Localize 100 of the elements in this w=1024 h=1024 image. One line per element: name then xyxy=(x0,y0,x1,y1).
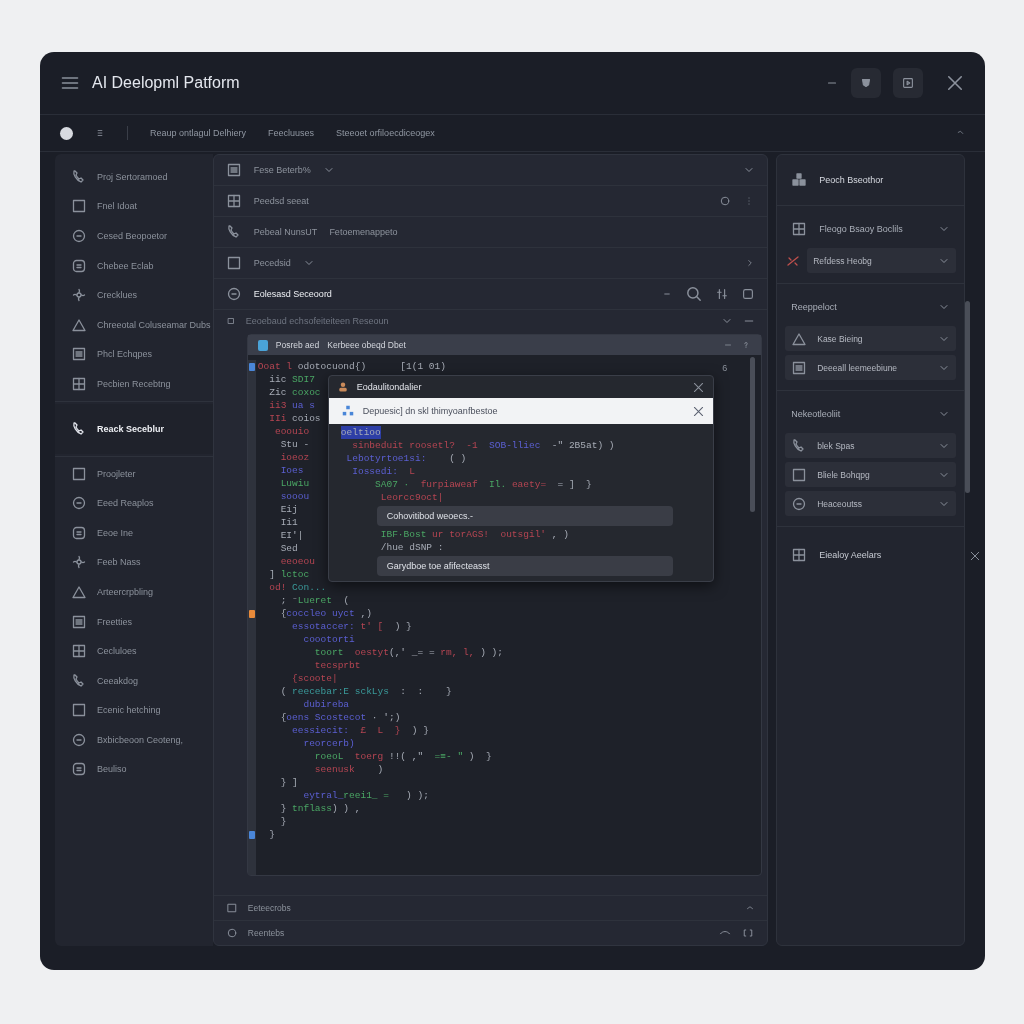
rounded-square-icon xyxy=(71,257,87,274)
section-header[interactable]: Reeppeloct xyxy=(785,292,956,322)
code-line: sinbeduit roosetl? -1 SOB-lliec -" 2B5at) ) xyxy=(351,439,615,452)
code-line: roeoL toerg !!( ," =≡- " ) } xyxy=(313,750,492,763)
footer-label[interactable]: Eeteecrobs xyxy=(247,903,291,913)
code-line: {scoote| xyxy=(291,672,338,685)
code-line: eoouio xyxy=(273,425,310,438)
checkbox-icon xyxy=(225,902,238,914)
code-line: } ] xyxy=(279,776,298,789)
dropdown-item[interactable]: Kase Bieing xyxy=(785,326,956,351)
close-button[interactable] xyxy=(945,73,965,93)
code-line: ioeoz xyxy=(279,451,310,464)
toolbar-link[interactable]: Steeoet orfiloecdiceogex xyxy=(336,128,435,138)
sidebar-item[interactable]: Proj Sertoramoed xyxy=(55,162,213,192)
square-icon xyxy=(71,198,87,215)
panel-row[interactable]: Peedsd seeat xyxy=(213,186,768,217)
dropdown-field[interactable]: Refdess Heobg xyxy=(807,248,956,273)
code-line: Ooat l odotocuond{) [1(1 01) xyxy=(257,360,446,373)
avatar-icon[interactable] xyxy=(60,126,73,140)
code-line: ( reecebar:E sckLys : : } xyxy=(279,685,452,698)
code-line: iic SDI7 xyxy=(268,373,315,386)
panel-row[interactable]: Fese Beterb% xyxy=(213,155,768,186)
sidebar-item[interactable]: Freetties xyxy=(55,606,213,637)
flower-icon xyxy=(71,287,87,304)
dropdown-item[interactable]: Heaceoutss xyxy=(785,491,956,516)
close-icon xyxy=(945,73,965,93)
circle-icon xyxy=(225,286,242,302)
suggestion-item[interactable]: Garydboe toe afifecteasst xyxy=(376,556,673,576)
code-line: SA07 · furpiaweaf Il. eaety= = ] } xyxy=(374,478,592,491)
code-line: seenusk ) xyxy=(313,763,384,776)
footer-label[interactable]: Reentebs xyxy=(247,928,285,938)
sidebar-item[interactable]: Phcl Echqpes xyxy=(55,339,213,370)
code-line: IBF·Bost ur torAGS! outsgil' , ) xyxy=(379,528,569,541)
sidebar-item[interactable]: Ceeakdog xyxy=(55,665,213,696)
code-line: } xyxy=(268,828,275,841)
code-line: eytral_reei1_ = ) ); xyxy=(302,789,429,802)
code-line: essotaccer: t' [ ) } xyxy=(291,620,412,633)
scrollbar-thumb[interactable] xyxy=(750,357,756,512)
code-line: {oens Scostecot · ';) xyxy=(279,711,401,724)
editor-tab[interactable]: Posreb aed xyxy=(275,340,320,350)
circle-icon xyxy=(71,228,87,244)
close-icon xyxy=(969,550,981,562)
blocks-icon xyxy=(791,172,808,188)
sidebar-item[interactable]: Eeed Reaplos xyxy=(55,488,213,518)
search-icon xyxy=(685,285,704,303)
scrollbar-thumb[interactable] xyxy=(965,301,970,493)
sidebar-item[interactable]: Bxbicbeoon Ceoteng, xyxy=(55,725,213,755)
panel-row[interactable]: Pecedsid xyxy=(213,248,768,279)
panel-row[interactable]: Pebeal NunsUT Fetoemenappeto xyxy=(213,217,768,248)
dropdown-item[interactable]: Bliele Bohqpg xyxy=(785,462,956,487)
square-icon xyxy=(71,465,87,482)
sidebar-item[interactable]: Crecklues xyxy=(55,280,213,310)
section-header[interactable]: Fleogo Bsaoy Boclils xyxy=(785,214,956,244)
section-header[interactable]: Nekeotleoliit xyxy=(785,399,956,429)
dropdown-item[interactable]: Deeeall leemeebiune xyxy=(785,355,956,380)
code-line: reorcerb) xyxy=(302,737,355,750)
sidebar-item[interactable]: Arteercrpbling xyxy=(55,577,213,607)
popup-title: Eodaulitondalier xyxy=(356,382,423,392)
preview-button[interactable] xyxy=(893,68,923,98)
suggestion-item[interactable]: Cohovitibod weoecs.- xyxy=(376,506,673,526)
circle-icon xyxy=(71,731,87,748)
sidebar-item[interactable]: Eeoe Ine xyxy=(55,517,213,548)
sidebar-item[interactable]: Fnel Idoat xyxy=(55,191,213,222)
grid-icon xyxy=(71,643,87,660)
rounded-square-icon xyxy=(71,761,87,778)
sidebar-item[interactable]: Proojleter xyxy=(55,458,213,489)
sidebar-item[interactable]: Beuliso xyxy=(55,754,213,785)
code-line: Stu - xyxy=(279,438,310,451)
grid-icon xyxy=(225,193,242,209)
toolbar-link[interactable]: Feecluuses xyxy=(268,128,315,138)
grid-icon xyxy=(791,547,808,563)
circle-icon xyxy=(71,495,87,512)
rounded-square-icon xyxy=(71,524,87,541)
sidebar-item[interactable]: Cesed Beopoetor xyxy=(55,221,213,251)
sidebar-item[interactable]: Chebee Eclab xyxy=(55,250,213,281)
sidebar-item[interactable]: Chreeotal Coluseamar Dubs xyxy=(55,309,213,340)
sidebar-item[interactable]: Ecenic hetching xyxy=(55,695,213,726)
banner-close-button[interactable] xyxy=(691,404,705,418)
person-icon xyxy=(336,381,349,393)
list-icon xyxy=(71,613,87,630)
highlighted-code: oeltioo xyxy=(340,426,381,439)
sidebar-item[interactable]: Cecluloes xyxy=(55,636,213,666)
globe-icon xyxy=(225,927,238,939)
square-icon xyxy=(791,466,808,483)
sidebar-item[interactable]: Feeb Nass xyxy=(55,547,213,578)
sidebar-item[interactable]: Reack Seceblur xyxy=(55,403,213,454)
shield-button[interactable] xyxy=(851,68,881,98)
list-icon xyxy=(791,359,808,376)
flower-icon xyxy=(71,554,87,571)
code-line: ; ⁻Lueret ( xyxy=(279,594,350,607)
panel-footer-label[interactable]: Eiealoy Aeelars xyxy=(819,550,882,560)
sidebar-item[interactable]: Pecbien Recebtng xyxy=(55,369,213,399)
dropdown-item[interactable]: blek Spas xyxy=(785,433,956,458)
toolbar-link[interactable]: Reaup ontlagul Delhiery xyxy=(150,128,247,138)
close-icon xyxy=(691,380,705,394)
code-line: toort oestyt(,' _= = rm, l, ) ); xyxy=(313,646,503,659)
popup-close-button[interactable] xyxy=(691,380,705,394)
circle-icon xyxy=(719,195,732,207)
square-icon xyxy=(741,287,756,301)
panel-row[interactable]: Eolesasd Seceoord xyxy=(213,279,768,310)
